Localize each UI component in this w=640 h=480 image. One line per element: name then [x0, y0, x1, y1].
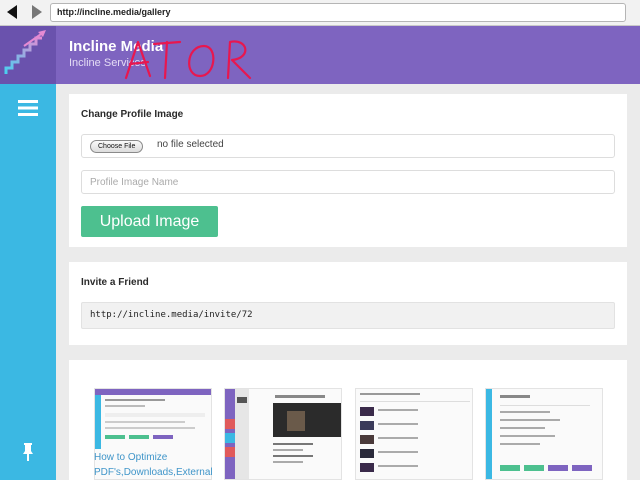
thumbnail-image: [486, 389, 592, 479]
gallery-thumbnail[interactable]: [355, 388, 473, 480]
file-status: no file selected: [157, 139, 224, 150]
thumbnail-image: [95, 389, 211, 449]
invite-card-title: Invite a Friend: [81, 277, 149, 288]
staircase-logo-icon: [4, 30, 46, 74]
pushpin-icon[interactable]: [20, 442, 36, 462]
invite-card: Invite a Friend http://incline.media/inv…: [69, 262, 627, 345]
choose-file-button[interactable]: Choose File: [90, 140, 144, 153]
url-bar[interactable]: http://incline.media/gallery: [50, 3, 626, 22]
browser-toolbar: http://incline.media/gallery: [0, 0, 640, 26]
gallery-thumbnail[interactable]: [224, 388, 342, 480]
forward-arrow-icon[interactable]: [28, 4, 44, 20]
file-picker: Choose File no file selected: [81, 134, 615, 158]
thumbnail-image: [225, 389, 341, 479]
upload-image-button[interactable]: Upload Image: [81, 206, 218, 237]
invite-link-field[interactable]: http://incline.media/invite/72: [81, 302, 615, 329]
gallery-thumbnail-caption[interactable]: How to Optimize PDF's,Downloads,External: [94, 450, 224, 480]
handwritten-annotation: [124, 40, 252, 80]
app-header: Incline Media Incline Services: [0, 26, 640, 84]
profile-card-title: Change Profile Image: [81, 109, 184, 120]
profile-image-name-input[interactable]: [81, 170, 615, 194]
gallery-card: How to Optimize PDF's,Downloads,External: [69, 360, 627, 480]
back-arrow-icon[interactable]: [5, 4, 21, 20]
thumbnail-image: [360, 393, 470, 472]
gallery-thumbnail[interactable]: [485, 388, 603, 480]
profile-image-card: Change Profile Image Choose File no file…: [69, 94, 627, 247]
hamburger-menu-icon[interactable]: [18, 100, 38, 116]
sidebar: [0, 84, 56, 480]
logo[interactable]: [0, 26, 56, 84]
